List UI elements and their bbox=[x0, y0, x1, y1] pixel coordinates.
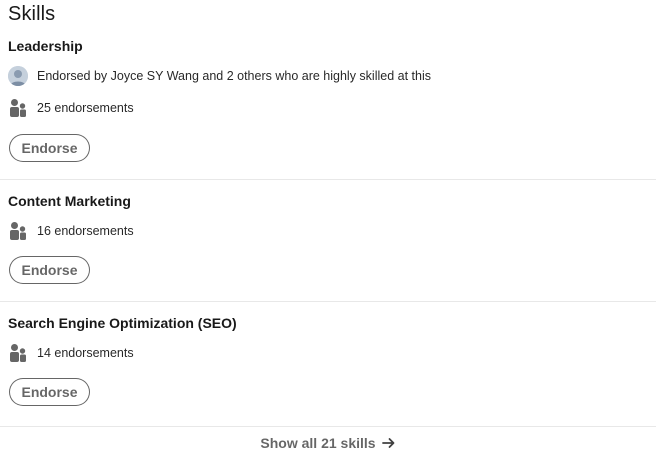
endorsement-count: 25 endorsements bbox=[37, 101, 134, 115]
skill-name[interactable]: Leadership bbox=[8, 38, 83, 54]
endorsement-count-row[interactable]: 14 endorsements bbox=[8, 342, 134, 364]
section-title: Skills bbox=[8, 3, 56, 25]
skill-name[interactable]: Content Marketing bbox=[8, 193, 131, 209]
show-all-label: Show all 21 skills bbox=[260, 434, 376, 451]
divider bbox=[0, 426, 656, 427]
endorsed-by-row[interactable]: Endorsed by Joyce SY Wang and 2 others w… bbox=[8, 65, 431, 87]
people-icon bbox=[10, 99, 26, 117]
people-icon bbox=[10, 222, 26, 240]
avatar[interactable] bbox=[8, 66, 28, 86]
people-icon bbox=[10, 344, 26, 362]
skill-name[interactable]: Search Engine Optimization (SEO) bbox=[8, 315, 237, 331]
endorse-button[interactable]: Endorse bbox=[9, 378, 90, 406]
endorse-button[interactable]: Endorse bbox=[9, 134, 90, 162]
divider bbox=[0, 301, 656, 302]
endorsement-count: 16 endorsements bbox=[37, 224, 134, 238]
divider bbox=[0, 179, 656, 180]
endorsement-count-row[interactable]: 16 endorsements bbox=[8, 220, 134, 242]
endorsement-count: 14 endorsements bbox=[37, 346, 134, 360]
endorse-button[interactable]: Endorse bbox=[9, 256, 90, 284]
show-all-skills-link[interactable]: Show all 21 skills bbox=[0, 428, 656, 457]
endorsement-count-row[interactable]: 25 endorsements bbox=[8, 97, 134, 119]
endorsed-by-text: Endorsed by Joyce SY Wang and 2 others w… bbox=[37, 69, 431, 83]
arrow-right-icon bbox=[381, 436, 396, 450]
